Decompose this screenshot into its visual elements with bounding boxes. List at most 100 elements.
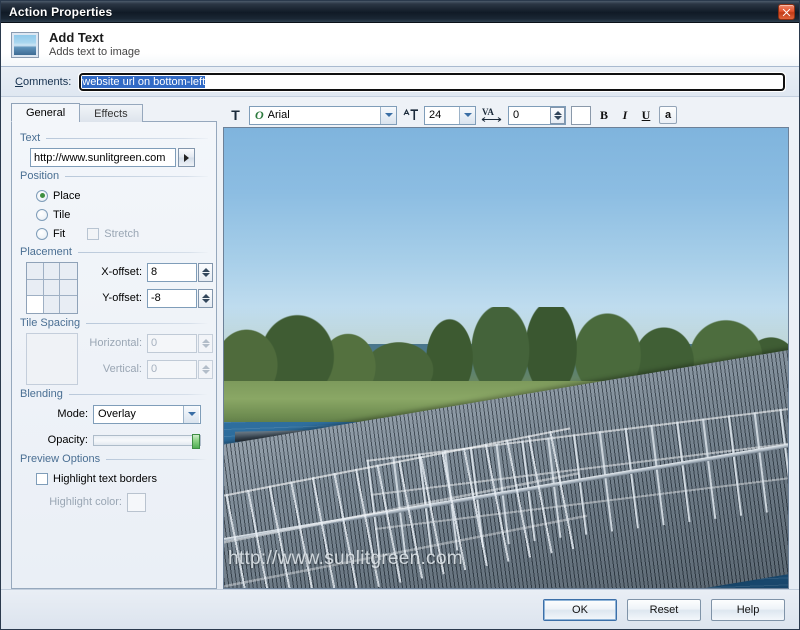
- group-label-text: Text: [20, 132, 41, 144]
- horizontal-row: Horizontal: 0: [86, 333, 213, 353]
- tab-general[interactable]: General: [11, 103, 81, 122]
- checkbox-icon[interactable]: [36, 472, 48, 485]
- chevron-down-icon[interactable]: [183, 405, 199, 423]
- placement-grid[interactable]: [26, 262, 78, 314]
- close-icon[interactable]: [778, 4, 795, 20]
- blend-mode-select[interactable]: Overlay: [93, 404, 201, 424]
- opacity-slider-handle[interactable]: [192, 433, 200, 449]
- help-button[interactable]: Help: [711, 598, 785, 621]
- comments-label: Comments:: [15, 75, 72, 88]
- text-value[interactable]: http://www.sunlitgreen.com: [30, 148, 176, 167]
- radio-label-tile: Tile: [53, 208, 71, 221]
- tab-effects[interactable]: Effects: [79, 104, 143, 122]
- y-offset-stepper[interactable]: [198, 288, 213, 308]
- x-offset-label: X-offset:: [101, 266, 142, 278]
- group-header-preview-options: Preview Options: [20, 453, 208, 465]
- dialog-header: Add Text Adds text to image: [1, 23, 799, 67]
- kerning-input[interactable]: 0: [508, 105, 566, 125]
- font-size-value: 24: [429, 109, 442, 121]
- placement-cell-top-right[interactable]: [60, 263, 77, 280]
- highlight-text-borders-label: Highlight text borders: [53, 472, 157, 485]
- ok-button[interactable]: OK: [543, 598, 617, 621]
- radio-button-icon[interactable]: [36, 208, 48, 221]
- title-bar: Action Properties: [1, 1, 799, 23]
- highlight-color-label: Highlight color:: [49, 496, 122, 508]
- checkbox-label-stretch: Stretch: [104, 227, 140, 240]
- group-label-placement: Placement: [20, 246, 72, 258]
- vertical-row: Vertical: 0: [86, 359, 213, 379]
- placement-cell-middle-right[interactable]: [60, 280, 77, 297]
- reset-button[interactable]: Reset: [627, 598, 701, 621]
- dialog-footer: OK Reset Help: [1, 589, 799, 629]
- font-family-select[interactable]: O Arial: [249, 105, 397, 125]
- image-preview[interactable]: http://www.sunlitgreen.com: [223, 127, 789, 589]
- tab-page-general: Text http://www.sunlitgreen.com Position: [11, 121, 217, 589]
- action-subtitle: Adds text to image: [49, 46, 141, 58]
- antialias-button[interactable]: a: [659, 106, 677, 124]
- radio-fit-row: Fit Stretch: [36, 224, 208, 243]
- font-size-icon: [402, 106, 419, 124]
- italic-button[interactable]: I: [617, 106, 633, 124]
- y-offset-row: Y-offset: -8: [86, 288, 213, 308]
- comments-row: Comments:: [1, 67, 799, 97]
- vertical-label: Vertical:: [102, 363, 142, 375]
- window-title: Action Properties: [9, 4, 113, 19]
- chevron-down-icon[interactable]: [459, 106, 475, 124]
- group-label-preview-options: Preview Options: [20, 453, 101, 465]
- group-blending: Blending Mode: Overlay Opacity:: [20, 388, 208, 450]
- y-offset-label: Y-offset:: [102, 292, 142, 304]
- text-color-swatch[interactable]: [571, 105, 591, 125]
- x-offset-input[interactable]: 8: [147, 262, 197, 282]
- placement-cell-bottom-left[interactable]: [27, 296, 44, 313]
- opentype-icon: O: [255, 107, 264, 122]
- placement-cell-top-left[interactable]: [27, 263, 44, 280]
- checkbox-stretch: [87, 227, 100, 240]
- highlight-text-borders-row[interactable]: Highlight text borders: [36, 469, 208, 488]
- chevron-down-icon[interactable]: [380, 106, 396, 124]
- placement-cell-bottom-right[interactable]: [60, 296, 77, 313]
- kerning-value: 0: [513, 109, 520, 121]
- x-offset-row: X-offset: 8: [86, 262, 213, 282]
- group-header-position: Position: [20, 170, 208, 182]
- horizontal-label: Horizontal:: [89, 337, 142, 349]
- radio-button-icon[interactable]: [36, 189, 48, 202]
- horizontal-input: 0: [147, 333, 197, 353]
- radio-place[interactable]: Place: [36, 186, 208, 205]
- placement-cell-top-center[interactable]: [43, 263, 61, 280]
- comments-input[interactable]: [78, 71, 786, 92]
- placement-cell-middle-left[interactable]: [27, 279, 44, 297]
- placement-cell-bottom-center[interactable]: [44, 296, 61, 313]
- text-combobox[interactable]: http://www.sunlitgreen.com: [30, 148, 208, 167]
- tile-spacing-preview: [26, 333, 78, 385]
- placement-cell-middle-center[interactable]: [43, 279, 61, 297]
- action-properties-dialog: Action Properties Add Text Adds text to …: [0, 0, 800, 630]
- group-rule: [86, 322, 208, 324]
- group-label-tile-spacing: Tile Spacing: [20, 317, 81, 329]
- font-size-select[interactable]: 24: [424, 105, 476, 125]
- kerning-stepper[interactable]: [550, 106, 565, 124]
- horizontal-stepper: [198, 333, 213, 353]
- opacity-slider[interactable]: [93, 433, 201, 449]
- svg-text:VA: VA: [482, 107, 494, 117]
- group-preview-options: Preview Options Highlight text borders H…: [20, 453, 208, 512]
- group-tile-spacing: Tile Spacing Horizontal: 0 Vertical: 0: [20, 317, 213, 385]
- group-text: Text http://www.sunlitgreen.com: [20, 132, 208, 167]
- group-rule: [46, 137, 208, 139]
- vertical-stepper: [198, 359, 213, 379]
- group-header-text: Text: [20, 132, 208, 144]
- y-offset-input[interactable]: -8: [147, 288, 197, 308]
- underline-button[interactable]: U: [638, 106, 654, 124]
- group-placement: Placement X-offset: 8 Y-offset: -8: [20, 246, 213, 314]
- radio-button-icon[interactable]: [36, 227, 48, 240]
- triangle-right-icon[interactable]: [178, 148, 195, 167]
- mode-row: Mode: Overlay: [26, 404, 208, 424]
- tab-strip: General Effects: [11, 103, 217, 122]
- group-header-placement: Placement: [20, 246, 208, 258]
- watermark-text: http://www.sunlitgreen.com: [228, 548, 463, 569]
- radio-tile[interactable]: Tile: [36, 205, 208, 224]
- bold-button[interactable]: B: [596, 106, 612, 124]
- group-label-blending: Blending: [20, 388, 63, 400]
- x-offset-stepper[interactable]: [198, 262, 213, 282]
- text-icon: T: [231, 107, 240, 123]
- group-header-blending: Blending: [20, 388, 208, 400]
